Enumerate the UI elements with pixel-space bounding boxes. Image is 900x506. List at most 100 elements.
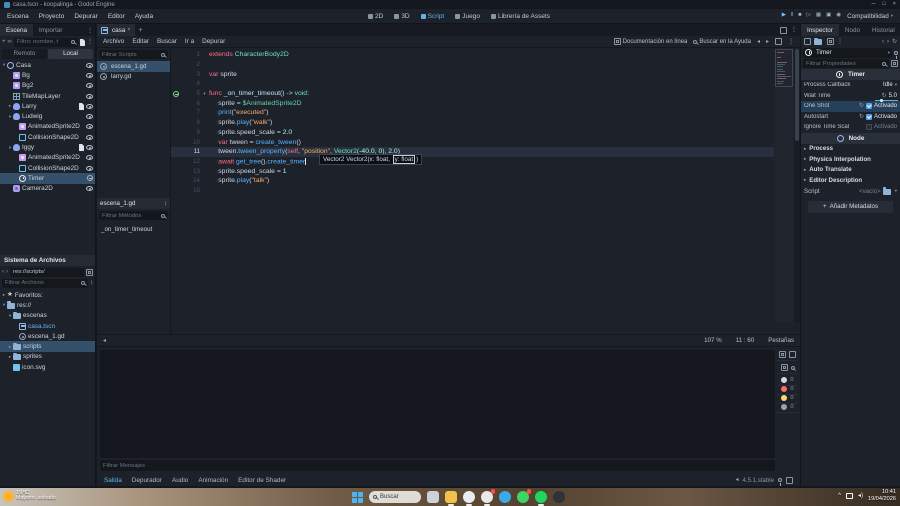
editor-zoom-level[interactable]: 107 % (704, 337, 722, 344)
property-wait-time[interactable]: Wait Time ↻ 5.0 (801, 91, 900, 102)
fs-item-casa-tscn[interactable]: casa.tscn (0, 321, 95, 331)
code-line-5[interactable]: 5 ▾ func _on_timer_timeout() -> void: (171, 89, 774, 99)
taskbar-clock[interactable]: 10:41 19/04/2026 (868, 489, 896, 502)
save-resource-icon[interactable] (827, 38, 834, 45)
code-line-9[interactable]: 9 ›sprite.speed_scale = 2.0 (171, 128, 774, 138)
pin-object-icon[interactable] (894, 50, 898, 59)
expand-panel-icon[interactable] (786, 476, 793, 484)
workspace-2d[interactable]: 2D (368, 13, 383, 20)
property-value[interactable]: 5.0 (874, 93, 898, 102)
property-value[interactable]: Idle (883, 82, 893, 88)
telegram-icon[interactable] (499, 491, 511, 503)
attach-script-button[interactable] (80, 38, 85, 46)
properties-filter-input[interactable]: Filtrar Propiedades (803, 59, 889, 68)
fs-item-favoritos[interactable]: ▸ ★ Favoritos: (0, 290, 95, 300)
visibility-toggle-icon[interactable] (86, 93, 93, 99)
editor-menu-editar[interactable]: Editar (132, 38, 149, 45)
bottom-tab-animaci-n[interactable]: Animación (198, 477, 228, 484)
editor-menu-depurar[interactable]: Depurar (202, 38, 225, 45)
online-docs-button[interactable]: Documentación en línea (613, 38, 687, 45)
group-editor-description[interactable]: ▸ Editor Description (801, 175, 900, 186)
revert-icon[interactable]: ↻ (882, 93, 887, 99)
scene-node-tilemaplayer[interactable]: TileMapLayer (0, 91, 95, 101)
script-item-escena-1-gd[interactable]: escena_1.gd (97, 61, 170, 72)
code-line-7[interactable]: 7 ›print("executed") (171, 108, 774, 118)
line-number[interactable]: 9 (180, 129, 200, 136)
tab-inspector[interactable]: Inspector (801, 24, 839, 36)
scene-node-casa[interactable]: ▾ Casa (0, 60, 95, 70)
collapse-scripts-panel-button[interactable]: ◂ (103, 338, 106, 344)
pause-button[interactable]: ‖ (791, 13, 793, 19)
scene-node-iggy[interactable]: ▾ Iggy (0, 142, 95, 152)
epic-games-icon[interactable] (553, 491, 565, 503)
visibility-toggle-icon[interactable] (86, 124, 93, 130)
history-forward-button[interactable]: ▸ (766, 39, 769, 45)
property-tools-icon[interactable] (891, 60, 898, 67)
weather-widget[interactable]: 19°C Mayorm. soleado (4, 490, 56, 502)
update-available-icon[interactable]: ◂ (735, 477, 738, 483)
volume-icon[interactable]: ◂) (858, 493, 863, 499)
search-icon[interactable] (790, 365, 795, 370)
code-line-3[interactable]: 3 var sprite (171, 69, 774, 79)
start-button[interactable] (352, 491, 363, 503)
close-icon[interactable]: × (127, 27, 130, 33)
view-tab-remoto[interactable]: Remoto (2, 49, 47, 59)
bottom-tab-audio[interactable]: Audio (172, 477, 188, 484)
tray-chevron-icon[interactable]: ^ (838, 493, 841, 499)
script-badge-icon[interactable] (79, 144, 84, 152)
line-number[interactable]: 8 (180, 119, 200, 126)
group-process[interactable]: ▸ Process (801, 144, 900, 155)
visibility-toggle-icon[interactable] (86, 134, 93, 140)
revert-icon[interactable]: ↻ (859, 103, 864, 109)
view-tab-local[interactable]: Local (48, 49, 93, 59)
history-back-button[interactable]: ◂ (757, 39, 760, 45)
scene-node-collisionshape2d[interactable]: CollisionShape2D (0, 132, 95, 142)
copy-icon[interactable] (779, 351, 786, 358)
checkbox[interactable] (865, 124, 872, 131)
object-selector[interactable]: Timer ▾ (803, 47, 892, 58)
tab-historial[interactable]: Historial (866, 24, 900, 36)
scene-node-animatedsprite2d[interactable]: AnimatedSprite2D (0, 153, 95, 163)
back-icon[interactable]: ‹ (2, 269, 4, 275)
version-label[interactable]: 4.5.1.stable (742, 477, 774, 484)
line-number[interactable]: 7 (180, 109, 200, 116)
float-panel-button[interactable] (775, 38, 782, 45)
scene-node-camera2d[interactable]: Camera2D (0, 184, 95, 194)
scene-node-bg[interactable]: Bg (0, 70, 95, 80)
workspace-librer-a-de-assets[interactable]: Librería de Assets (490, 13, 550, 20)
menu-escena[interactable]: Escena (7, 13, 29, 20)
spotify-icon[interactable] (535, 491, 547, 506)
scene-tab-menu-button[interactable]: ⋮ (791, 27, 797, 33)
messages-filter[interactable]: 0 (777, 377, 798, 386)
history-forward-icon[interactable]: › (887, 39, 889, 45)
code-line-1[interactable]: 1 extends CharacterBody2D (171, 50, 774, 60)
menu-proyecto[interactable]: Proyecto (39, 13, 65, 20)
line-number[interactable]: 10 (180, 139, 200, 146)
object-history-icon[interactable]: ↻ (892, 39, 897, 45)
layout-toggle-icon[interactable] (780, 364, 788, 371)
fs-item-scripts[interactable]: ▸ scripts (0, 341, 95, 352)
sort-methods-button[interactable]: ↕ (164, 201, 167, 207)
fs-item-sprites[interactable]: ▸ sprites (0, 352, 95, 362)
visibility-toggle-icon[interactable] (86, 114, 93, 120)
filesystem-path[interactable]: res://scripts/ (10, 267, 84, 277)
code-line-11[interactable]: 11 ›tween.tween_property(self, "position"… (171, 146, 774, 157)
load-script-icon[interactable] (882, 187, 891, 195)
warnings-filter[interactable]: 0 (777, 395, 798, 404)
chevron-down-icon[interactable]: ▾ (895, 188, 897, 194)
script-property-value[interactable]: <vacío> (859, 188, 881, 195)
visibility-toggle-icon[interactable] (86, 155, 93, 161)
scene-node-animatedsprite2d[interactable]: AnimatedSprite2D (0, 122, 95, 132)
dock-menu-icon[interactable]: ⋮ (85, 24, 95, 36)
menu-ayuda[interactable]: Ayuda (135, 13, 153, 20)
property-process-callback[interactable]: Process Callback Idle ▾ (801, 80, 900, 91)
fs-item-icon-svg[interactable]: icon.svg (0, 362, 95, 372)
tab-nodo[interactable]: Nodo (839, 24, 866, 36)
code-line-14[interactable]: 14 ›sprite.play("talk") (171, 176, 774, 186)
play-button[interactable]: ▶ (782, 13, 786, 19)
editor-menu-button[interactable]: ⋮ (788, 39, 794, 45)
task-view-icon[interactable] (427, 491, 439, 503)
checkbox[interactable] (865, 103, 872, 110)
line-number[interactable]: 11 (180, 148, 200, 155)
bottom-tab-depurador[interactable]: Depurador (132, 477, 162, 484)
